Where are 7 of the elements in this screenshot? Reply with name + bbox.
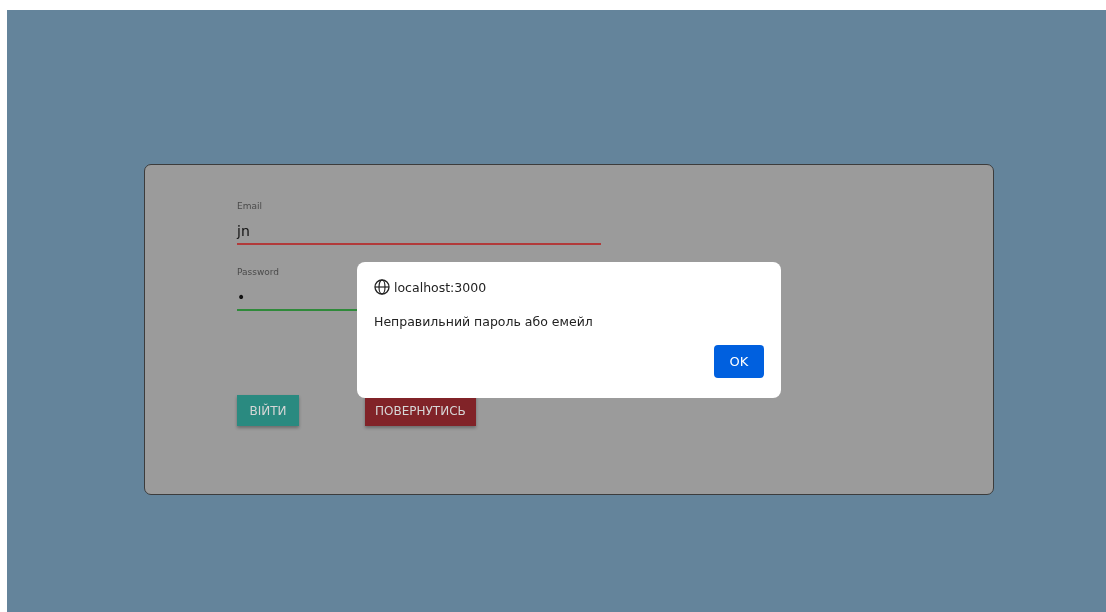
ok-button[interactable]: OK bbox=[714, 345, 764, 378]
globe-icon bbox=[374, 279, 390, 295]
input-field[interactable]: jn bbox=[237, 219, 601, 245]
field-label: Email bbox=[237, 201, 262, 211]
dialog-message: Неправильний пароль або емейл bbox=[374, 314, 594, 329]
field-label: Password bbox=[237, 267, 280, 277]
dialog-origin: localhost:3000 bbox=[394, 279, 487, 295]
